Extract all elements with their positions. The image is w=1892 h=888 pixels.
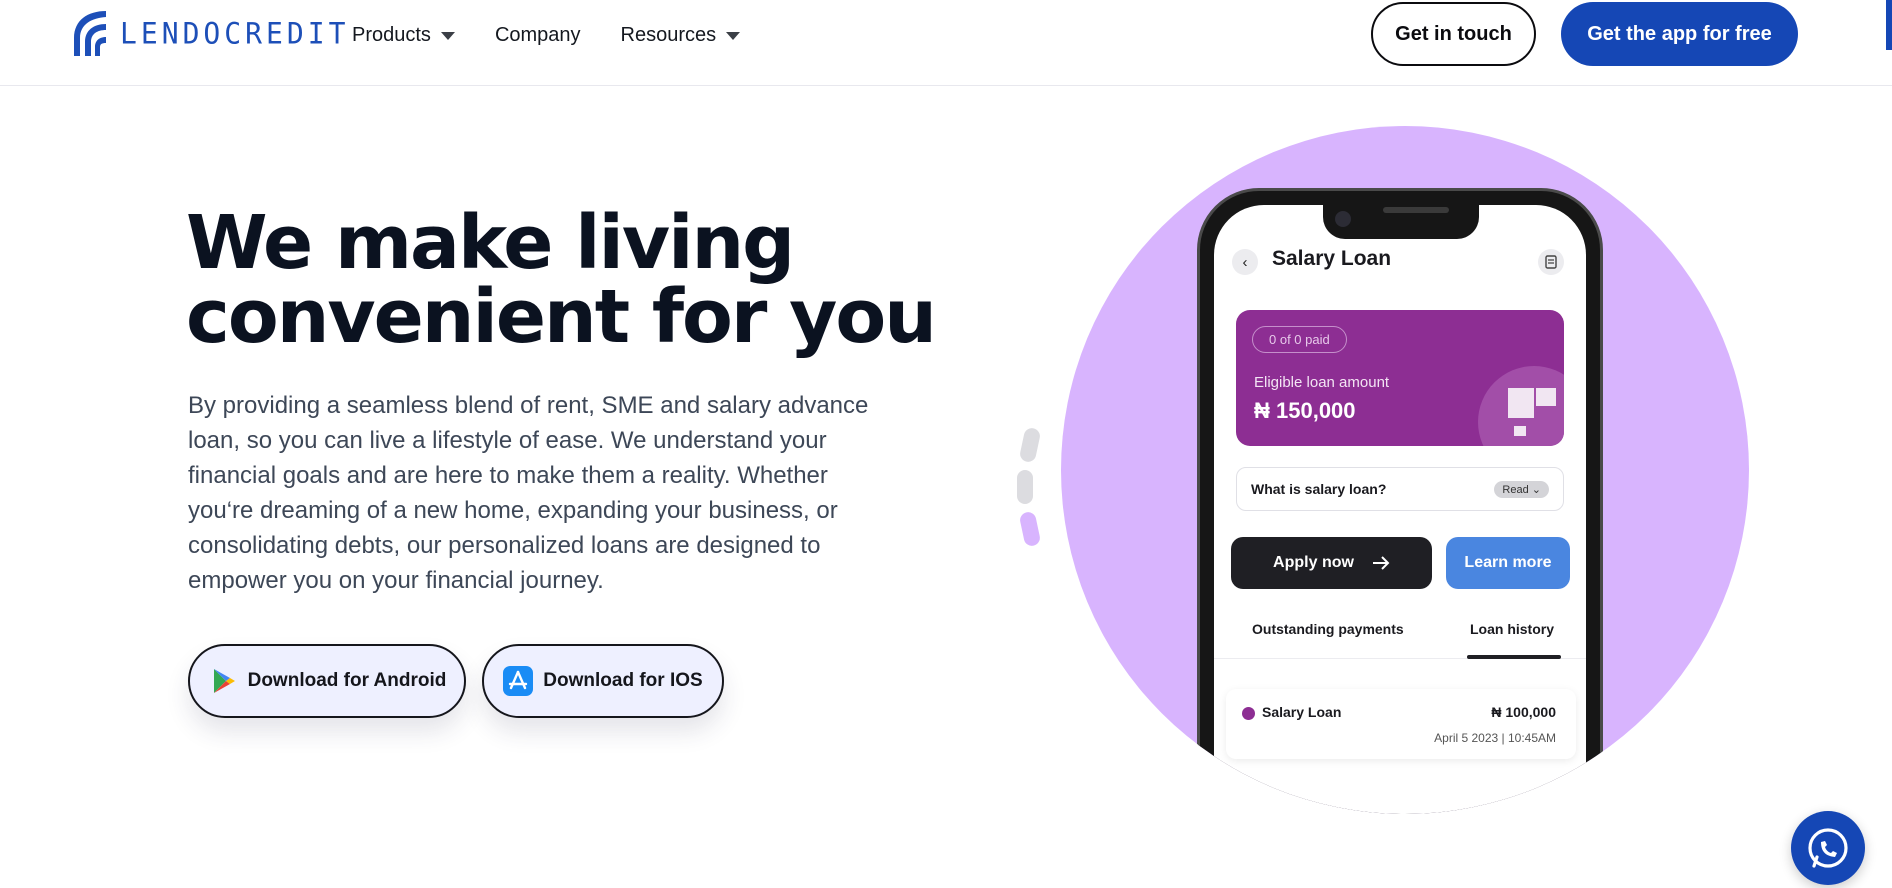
arrow-right-icon (1372, 556, 1390, 570)
payment-date: April 5 2023 | 10:45AM (1434, 731, 1556, 745)
decor-dash (1017, 470, 1033, 504)
back-arrow-icon[interactable]: ‹ (1232, 249, 1258, 275)
card-illustration (1478, 366, 1564, 446)
caret-down-icon (440, 32, 455, 40)
get-in-touch-button[interactable]: Get in touch (1371, 2, 1536, 66)
faq-salary-loan[interactable]: What is salary loan? Read ⌄ (1236, 467, 1564, 511)
menu-item-company[interactable]: Company (495, 24, 581, 47)
active-tab-indicator (1467, 655, 1561, 659)
caret-down-icon (726, 32, 741, 40)
phone-screen: ‹ Salary Loan 0 of 0 paid Eligible loan … (1214, 205, 1586, 814)
tab-outstanding-payments[interactable]: Outstanding payments (1252, 621, 1404, 637)
whatsapp-icon (1808, 828, 1848, 868)
learn-more-button[interactable]: Learn more (1446, 537, 1570, 589)
document-icon[interactable] (1538, 249, 1564, 275)
page-edge-bar (1886, 0, 1892, 50)
loan-tabs: Outstanding payments Loan history (1214, 621, 1586, 659)
read-label: Read (1502, 483, 1529, 496)
camera-icon (1335, 211, 1351, 227)
app-store-icon (503, 666, 534, 696)
faq-question: What is salary loan? (1251, 481, 1387, 497)
payment-list-item[interactable]: Salary Loan ₦ 100,000 April 5 2023 | 10:… (1226, 689, 1576, 759)
apply-label: Apply now (1273, 554, 1354, 571)
menu-item-resources[interactable]: Resources (621, 24, 741, 47)
screen-title: Salary Loan (1272, 247, 1392, 270)
status-dot (1242, 707, 1255, 720)
phone-mockup: ‹ Salary Loan 0 of 0 paid Eligible loan … (1197, 188, 1603, 814)
download-android-button[interactable]: Download for Android (188, 644, 466, 718)
hero-illustration-circle: ‹ Salary Loan 0 of 0 paid Eligible loan … (1061, 126, 1749, 814)
hero-title-line2: convenient for you (186, 274, 937, 360)
hero-title: We make living convenient for you (186, 206, 946, 354)
logo[interactable]: LENDOCREDIT (66, 8, 349, 58)
apply-now-button[interactable]: Apply now (1231, 537, 1432, 589)
logo-text: LENDOCREDIT (120, 15, 350, 51)
menu-label: Products (352, 23, 431, 46)
hero-description: By providing a seamless blend of rent, S… (188, 392, 869, 594)
download-android-label: Download for Android (247, 670, 447, 691)
payment-amount: ₦ 100,000 (1491, 704, 1556, 720)
whatsapp-chat-button[interactable] (1791, 811, 1865, 885)
eligible-label: Eligible loan amount (1254, 374, 1390, 391)
speaker-grill (1383, 207, 1449, 213)
tab-loan-history[interactable]: Loan history (1470, 621, 1554, 637)
menu-item-products[interactable]: Products (352, 24, 455, 47)
eligible-amount: ₦ 150,000 (1254, 398, 1356, 423)
menu-label: Company (494, 23, 581, 46)
download-ios-button[interactable]: Download for IOS (482, 644, 724, 718)
payment-name: Salary Loan (1262, 704, 1342, 720)
top-navbar: LENDOCREDIT Products Company Resources G… (0, 0, 1892, 86)
decor-dash (1018, 510, 1042, 548)
decor-dash (1018, 426, 1042, 464)
read-dropdown[interactable]: Read ⌄ (1494, 480, 1549, 498)
main-menu: Products Company Resources (352, 20, 741, 50)
paid-status-pill: 0 of 0 paid (1252, 326, 1347, 353)
get-app-button[interactable]: Get the app for free (1561, 2, 1798, 66)
menu-label: Resources (620, 23, 717, 46)
download-ios-label: Download for IOS (543, 670, 703, 691)
phone-notch (1323, 205, 1479, 239)
google-play-icon (213, 669, 235, 693)
eligible-loan-card: 0 of 0 paid Eligible loan amount ₦ 150,0… (1236, 310, 1564, 446)
logo-mark-icon (74, 11, 106, 56)
